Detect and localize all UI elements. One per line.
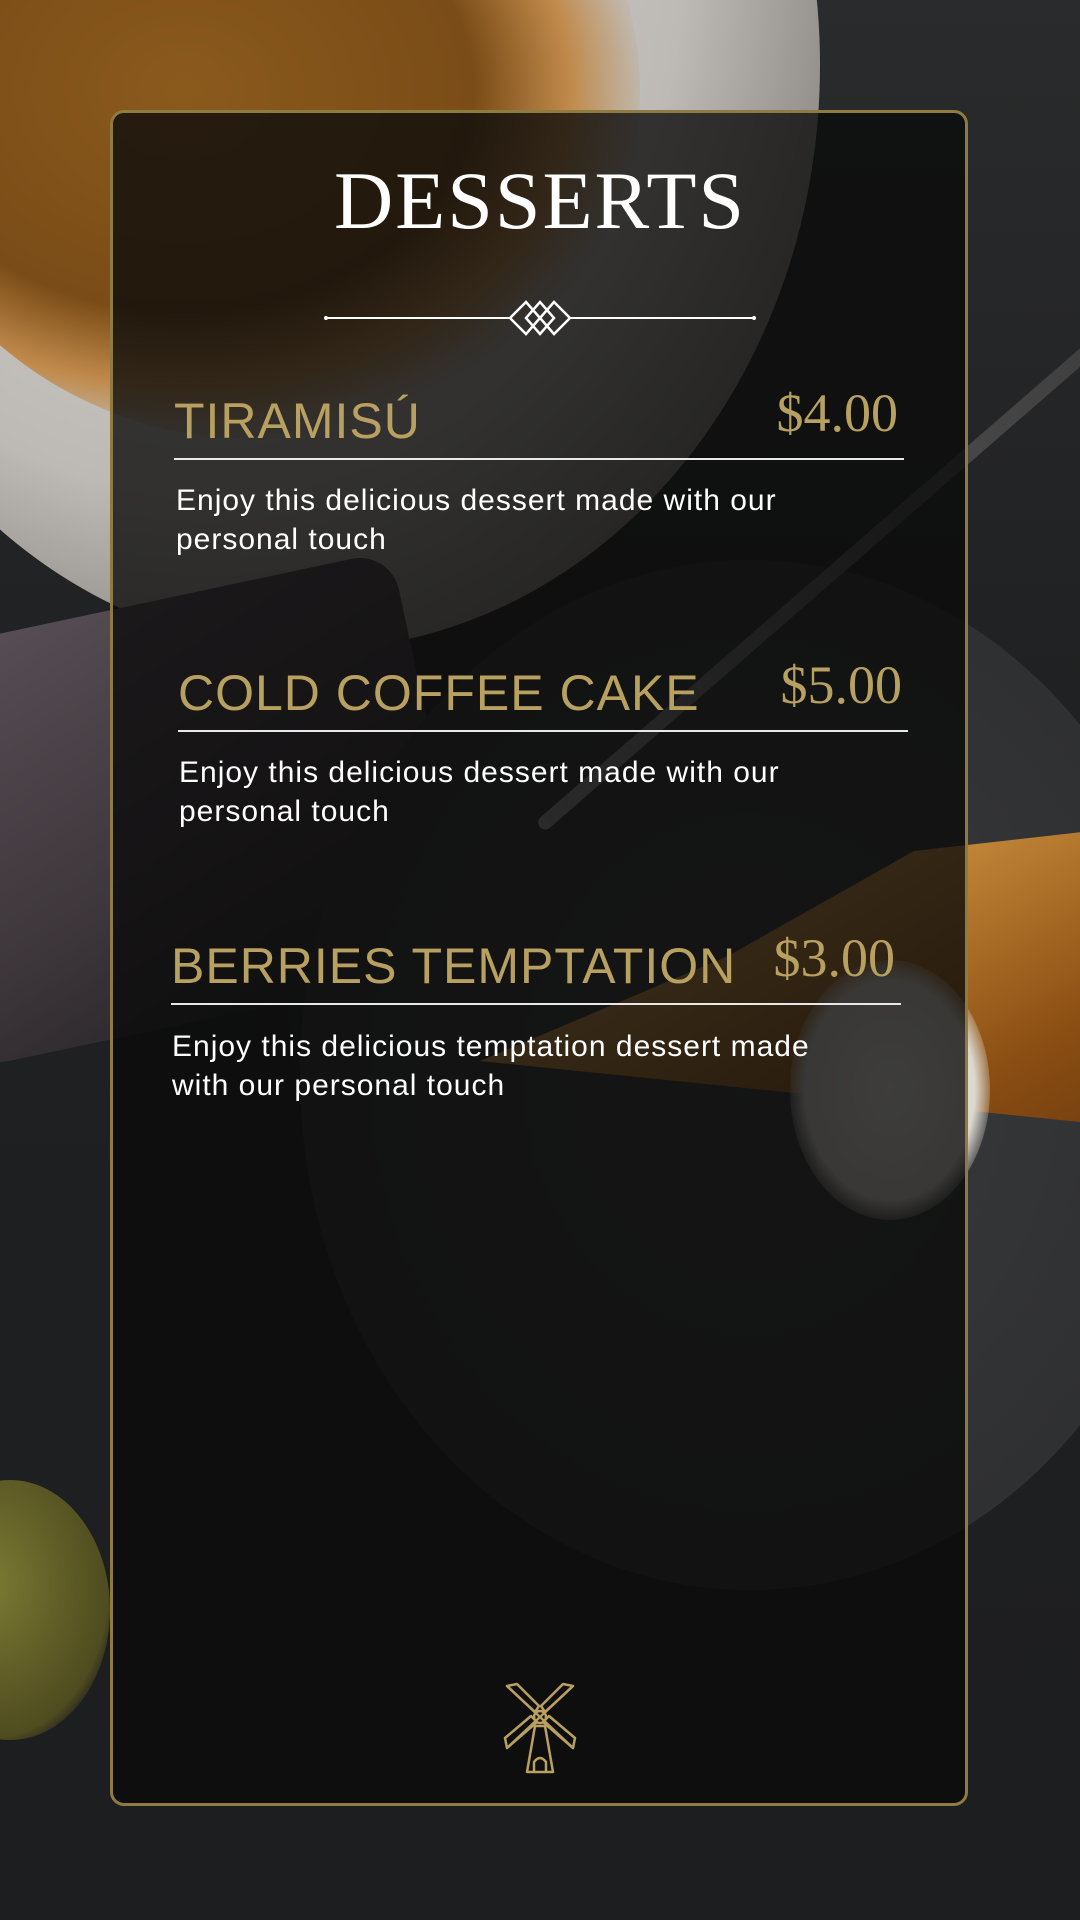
item-description: Enjoy this delicious dessert made with o… xyxy=(179,756,780,828)
menu-item: COLD COFFEE CAKE $5.00 xyxy=(178,652,908,732)
windmill-icon xyxy=(503,1682,577,1774)
item-divider xyxy=(171,1003,901,1005)
item-name: BERRIES TEMPTATION xyxy=(171,938,737,994)
item-description: Enjoy this delicious dessert made with o… xyxy=(176,484,777,556)
item-price: $4.00 xyxy=(776,383,899,443)
menu-title: DESSERTS xyxy=(333,155,747,246)
item-name: TIRAMISÚ xyxy=(174,393,421,449)
diamond-ornament-icon xyxy=(324,300,756,336)
menu-item: BERRIES TEMPTATION $3.00 xyxy=(171,925,901,1005)
item-price: $5.00 xyxy=(780,655,903,715)
item-description: Enjoy this delicious temptation dessert … xyxy=(172,1030,810,1102)
menu-item: TIRAMISÚ $4.00 xyxy=(174,380,904,460)
gourd xyxy=(0,1480,110,1740)
item-price: $3.00 xyxy=(773,928,896,988)
item-divider xyxy=(178,730,908,732)
item-name: COLD COFFEE CAKE xyxy=(178,665,700,721)
item-divider xyxy=(174,458,904,460)
